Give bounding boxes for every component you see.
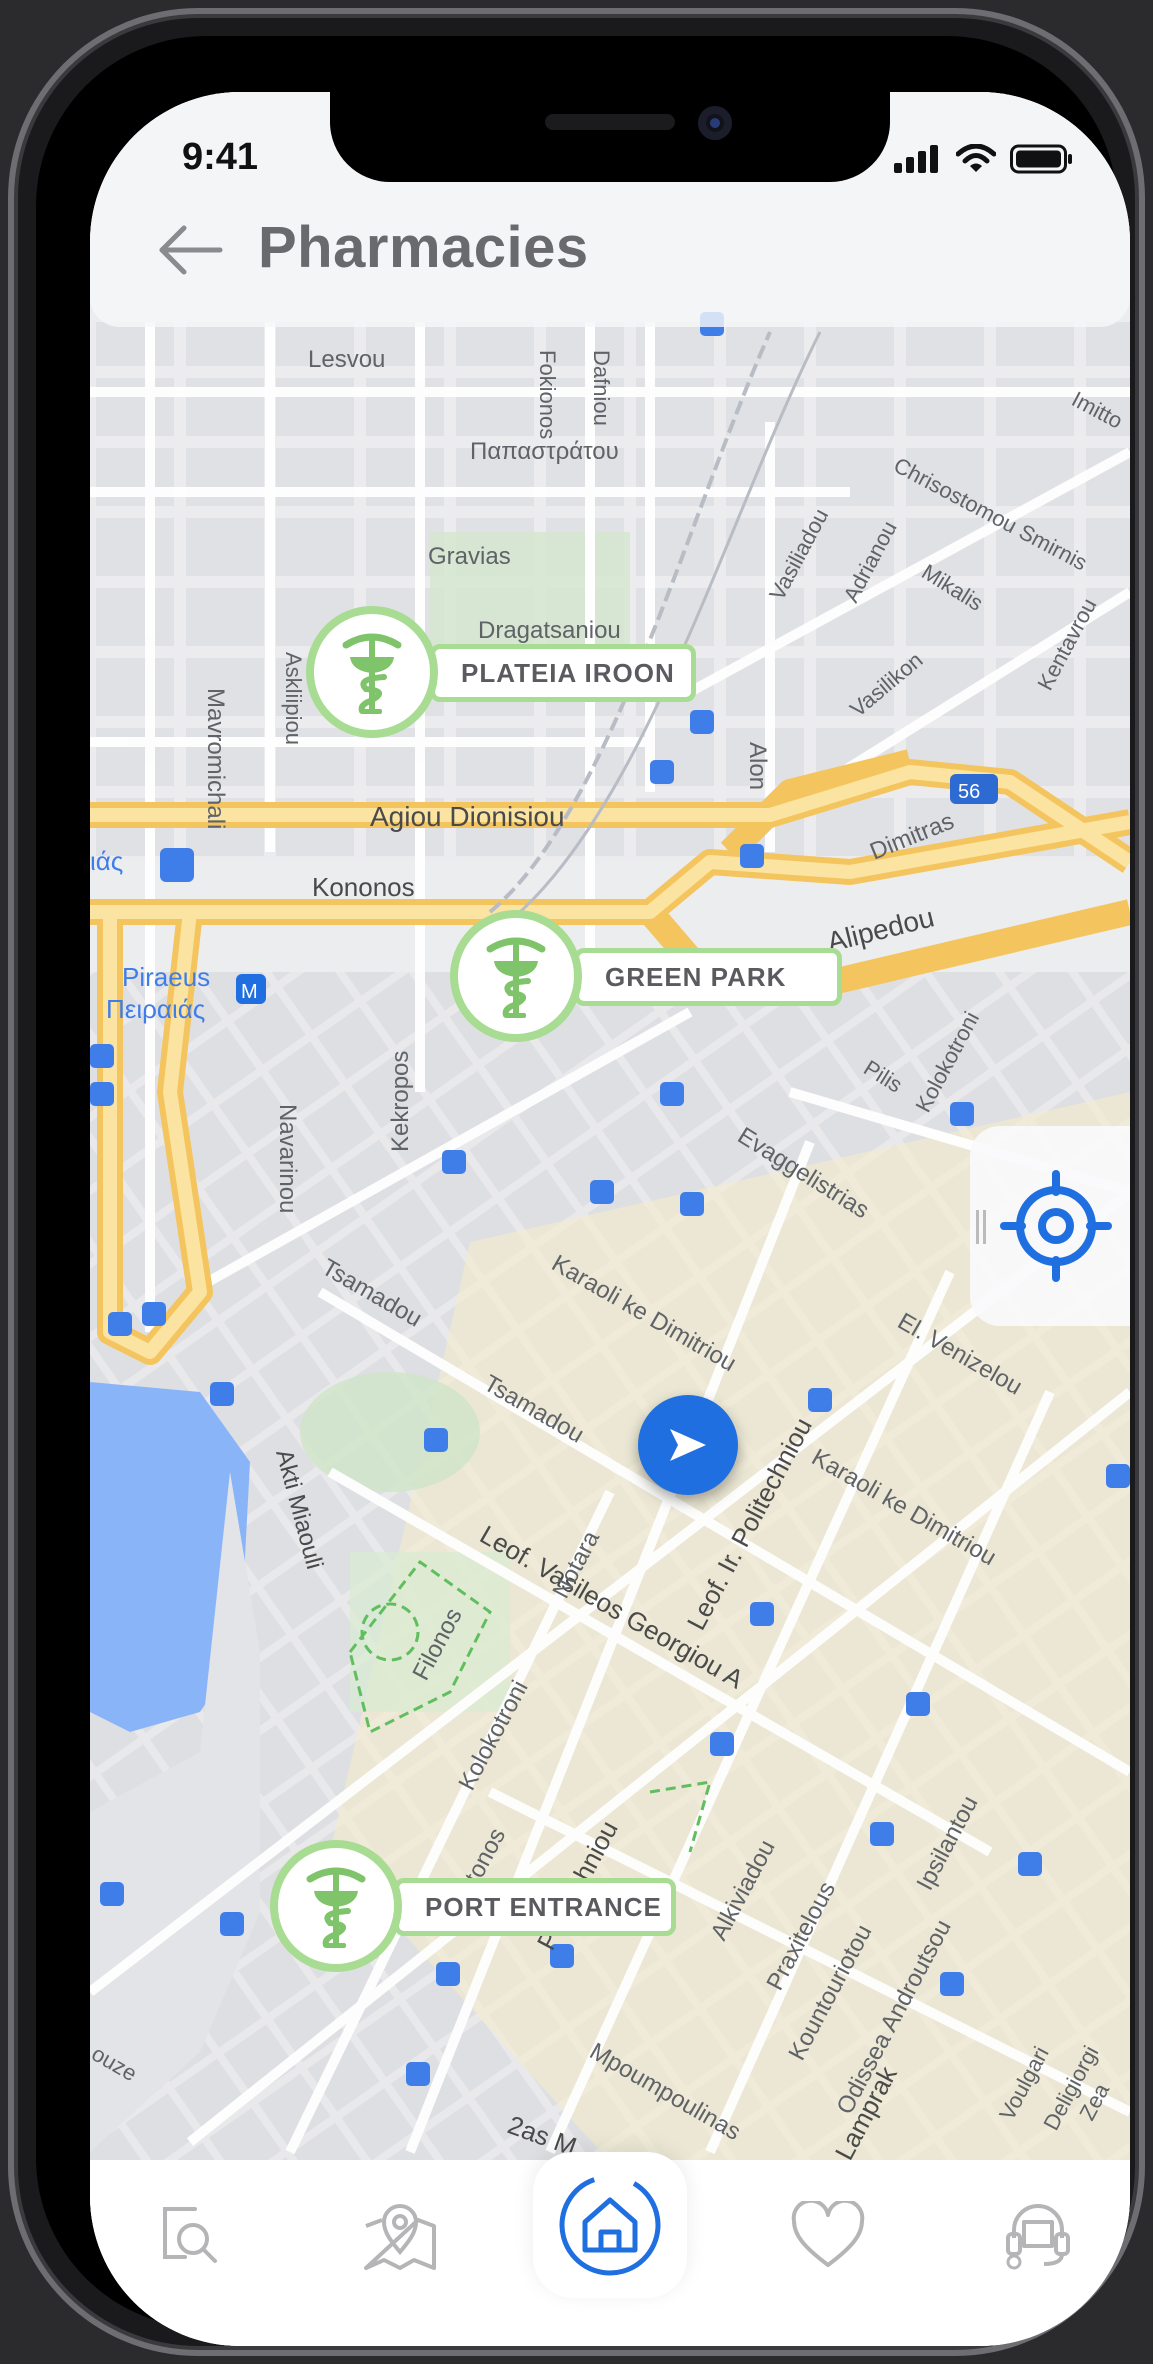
speaker: [545, 114, 675, 130]
street-label: Mavromichali: [202, 688, 229, 829]
page-title: Pharmacies: [258, 215, 589, 280]
arrow-left-icon: [159, 225, 223, 275]
street-label: Piraeus: [122, 962, 210, 992]
search-icon: [163, 2207, 217, 2263]
home-icon: [559, 2174, 661, 2276]
panel-grip-handle[interactable]: [976, 1210, 986, 1244]
map-pin-icon: [364, 2204, 436, 2270]
street-label: M: [241, 981, 258, 1003]
street-label: Askliipiou: [281, 652, 306, 745]
pharmacy-caduceus-icon: [450, 910, 582, 1042]
status-time: 9:41: [182, 136, 259, 178]
battery-icon: [1010, 144, 1072, 174]
locate-me-button[interactable]: [1000, 1166, 1120, 1286]
cellular-signal-icon: [894, 145, 938, 173]
phone-bezel: Lesvou Παπαστράτου Gravias Dragatsaniou …: [36, 36, 1130, 2346]
street-label: Παπαστράτου: [470, 438, 619, 465]
street-label: 56: [958, 781, 980, 803]
street-label: Fokionos: [535, 350, 560, 439]
notch: [330, 92, 890, 182]
tab-favorites[interactable]: [780, 2188, 876, 2284]
crosshair-icon: [1000, 1170, 1112, 1282]
pharmacy-caduceus-icon: [270, 1840, 402, 1972]
back-button[interactable]: [156, 220, 226, 280]
street-label: Gravias: [428, 543, 511, 570]
pharmacy-label: PORT ENTRANCE: [394, 1878, 676, 1936]
street-label: Navarinou: [274, 1104, 301, 1213]
street-label: Agiou Dionisiou: [370, 801, 565, 832]
heart-icon: [791, 2201, 865, 2267]
tab-search[interactable]: [142, 2188, 238, 2284]
street-label: Dragatsaniou: [478, 617, 621, 644]
street-label: Kononos: [312, 872, 415, 902]
tab-support[interactable]: [990, 2188, 1086, 2284]
pharmacy-label: PLATEIA IROON: [430, 644, 696, 702]
street-label: ιάς: [90, 846, 123, 876]
phone-frame: Lesvou Παπαστράτου Gravias Dragatsaniou …: [8, 8, 1145, 2356]
wifi-icon: [956, 144, 996, 172]
status-icons: [894, 144, 1074, 174]
camera: [698, 106, 732, 140]
tab-home[interactable]: [533, 2152, 687, 2298]
pharmacy-caduceus-icon: [306, 606, 438, 738]
pharmacy-label: GREEN PARK: [574, 948, 842, 1006]
tab-map[interactable]: [352, 2188, 448, 2284]
street-label: Πειραιάς: [106, 994, 205, 1024]
headset-icon: [1006, 2204, 1070, 2270]
street-label: Lesvou: [308, 346, 385, 373]
app-screen: Lesvou Παπαστράτου Gravias Dragatsaniou …: [90, 92, 1130, 2346]
street-label: Dafniou: [589, 350, 614, 426]
navigation-arrow-icon: [670, 1429, 706, 1461]
street-label: Alon: [744, 742, 771, 790]
bottom-tab-bar: [90, 2152, 1130, 2346]
street-label: Kekropos: [387, 1051, 414, 1152]
locate-panel: [970, 1126, 1130, 1326]
my-location-marker[interactable]: [638, 1395, 738, 1495]
